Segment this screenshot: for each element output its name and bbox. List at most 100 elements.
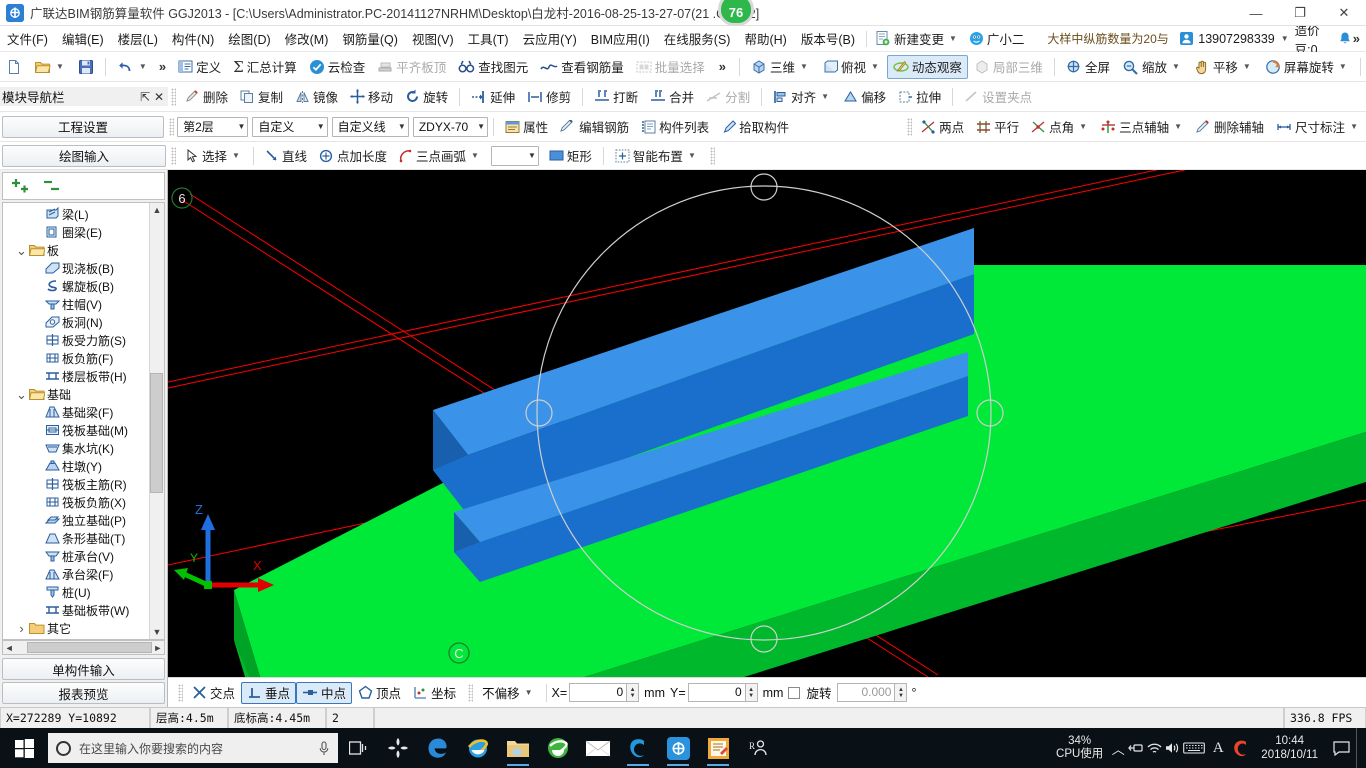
single-component-input-button[interactable]: 单构件输入: [2, 658, 165, 680]
undo-button[interactable]: ▼: [111, 55, 155, 79]
offset-grip[interactable]: [468, 683, 474, 702]
define-button[interactable]: 定义: [172, 55, 227, 79]
snap-perpendicular-button[interactable]: 垂点: [241, 681, 297, 704]
chevron-down-icon[interactable]: ⌄: [15, 388, 28, 401]
trim-button[interactable]: 修剪: [521, 85, 577, 109]
scroll-up-icon[interactable]: ▲: [153, 203, 162, 217]
taskbar-app-file-explorer[interactable]: [498, 728, 538, 768]
menu-version[interactable]: 版本号(B): [794, 26, 862, 51]
menu-online-service[interactable]: 在线服务(S): [657, 26, 738, 51]
tree-item[interactable]: 桩承台(V): [3, 547, 149, 565]
select-tool-chevron-down-icon[interactable]: ▼: [232, 151, 240, 160]
parallel-axis-button[interactable]: 平行: [970, 115, 1025, 139]
account-chevron-down-icon[interactable]: ▼: [1281, 34, 1289, 43]
tree-item[interactable]: 板受力筋(S): [3, 331, 149, 349]
top-view-chevron-down-icon[interactable]: ▼: [871, 62, 879, 71]
partial-3d-button[interactable]: 局部三维: [968, 55, 1049, 79]
draw-extra-select[interactable]: ▼: [490, 145, 539, 166]
snap-coordinate-button[interactable]: 坐标: [407, 682, 462, 704]
tree-item[interactable]: › 其它: [3, 619, 149, 637]
component-list-button[interactable]: 构件列表: [635, 115, 715, 139]
tree-item[interactable]: 基础板带(W): [3, 601, 149, 619]
y-offset-spin-arrows[interactable]: ▲ ▼: [745, 683, 758, 702]
menu-rebar-quantity[interactable]: 钢筋量(Q): [335, 26, 405, 51]
category-select[interactable]: 自定义 ▼: [252, 116, 328, 137]
open-file-button[interactable]: ▼: [28, 55, 72, 79]
undo-chevron-down-icon[interactable]: ▼: [139, 62, 147, 71]
tree-item[interactable]: 基础梁(F): [3, 403, 149, 421]
edit-rebar-button[interactable]: 编辑钢筋: [554, 115, 635, 139]
zoom-chevron-down-icon[interactable]: ▼: [1172, 62, 1180, 71]
tree-item[interactable]: 条形基础(T): [3, 529, 149, 547]
pan-button[interactable]: 平移 ▼: [1188, 55, 1259, 79]
tree-item[interactable]: 柱墩(Y): [3, 457, 149, 475]
taskbar-search-box[interactable]: 在这里输入你要搜索的内容: [48, 733, 338, 763]
taskbar-app-mail[interactable]: [578, 728, 618, 768]
summary-calc-button[interactable]: Σ 汇总计算: [227, 55, 303, 79]
menu-tools[interactable]: 工具(T): [461, 26, 516, 51]
type-select[interactable]: 自定义线 ▼: [331, 116, 409, 137]
collapse-all-icon[interactable]: [43, 178, 65, 194]
three-point-arc-chevron-down-icon[interactable]: ▼: [471, 151, 479, 160]
dynamic-observe-button[interactable]: 动态观察: [886, 54, 968, 79]
scroll-right-icon[interactable]: ►: [152, 643, 164, 653]
new-change-button[interactable]: 新建变更 ▼: [871, 29, 964, 48]
copy-button[interactable]: 复制: [234, 85, 289, 109]
draw-input-button[interactable]: 绘图输入: [2, 144, 166, 167]
three-point-axis-chevron-down-icon[interactable]: ▼: [1174, 122, 1182, 131]
merge-button[interactable]: 合并: [644, 85, 700, 109]
tree-item[interactable]: 梁(L): [3, 205, 149, 223]
smart-layout-chevron-down-icon[interactable]: ▼: [688, 151, 696, 160]
tree-item[interactable]: 圈梁(E): [3, 223, 149, 241]
tree-item[interactable]: 独立基础(P): [3, 511, 149, 529]
delete-button[interactable]: 删除: [179, 85, 234, 109]
cpu-usage-indicator[interactable]: 34% CPU使用: [1050, 735, 1109, 761]
select-tool-button[interactable]: 选择 ▼: [179, 144, 248, 168]
menu-floor[interactable]: 楼层(L): [111, 26, 165, 51]
snap-intersection-button[interactable]: 交点: [186, 682, 241, 704]
tree-item[interactable]: 螺旋板(B): [3, 277, 149, 295]
wifi-icon[interactable]: [1145, 728, 1163, 768]
show-desktop-button[interactable]: [1356, 728, 1366, 768]
microphone-icon[interactable]: [318, 740, 330, 756]
tree-item[interactable]: ⌄ 基础: [3, 385, 149, 403]
point-length-tool-button[interactable]: 点加长度: [313, 144, 393, 168]
two-point-axis-button[interactable]: 两点: [915, 115, 970, 139]
view-3d-chevron-down-icon[interactable]: ▼: [800, 62, 808, 71]
stretch-button[interactable]: 拉伸: [892, 85, 947, 109]
chevron-down-icon[interactable]: ⌄: [15, 244, 28, 257]
floor-select-chevron-down-icon[interactable]: ▼: [231, 122, 245, 131]
batch-select-button[interactable]: 批量选择: [630, 55, 711, 79]
taskbar-app-glodon[interactable]: [658, 728, 698, 768]
project-settings-button[interactable]: 工程设置: [2, 115, 165, 138]
start-button[interactable]: [0, 728, 48, 768]
component-tree[interactable]: 梁(L) 圈梁(E) ⌄ 板现浇板(B) 螺旋板(B) 柱帽(V) 板洞(N) 板受力筋(S)…: [2, 202, 165, 640]
type-select-chevron-down-icon[interactable]: ▼: [392, 122, 406, 131]
tree-item[interactable]: 集水坑(K): [3, 439, 149, 457]
user-nick-button[interactable]: 广小二: [964, 29, 1030, 48]
tree-item[interactable]: 现浇板(B): [3, 259, 149, 277]
rotate-input[interactable]: 0.000: [837, 683, 896, 702]
screen-rotate-chevron-down-icon[interactable]: ▼: [1339, 62, 1347, 71]
y-offset-input[interactable]: 0: [687, 683, 746, 702]
taskbar-clock[interactable]: 10:44 2018/10/11: [1253, 734, 1326, 762]
task-view-button[interactable]: [338, 728, 378, 768]
menu-help[interactable]: 帮助(H): [737, 26, 793, 51]
line-tool-button[interactable]: 直线: [259, 144, 313, 168]
component-select[interactable]: ZDYX-70 ▼: [412, 116, 489, 137]
tree-item[interactable]: 筏板基础(M): [3, 421, 149, 439]
scroll-left-icon[interactable]: ◄: [3, 643, 15, 653]
smart-layout-button[interactable]: 智能布置 ▼: [609, 144, 704, 168]
scroll-down-icon[interactable]: ▼: [153, 625, 162, 639]
menu-file[interactable]: 文件(F): [0, 26, 55, 51]
pan-chevron-down-icon[interactable]: ▼: [1243, 62, 1251, 71]
tree-hscroll-thumb[interactable]: [27, 642, 152, 653]
top-view-button[interactable]: 俯视 ▼: [816, 55, 887, 79]
pick-component-button[interactable]: 拾取构件: [715, 115, 795, 139]
menu-view[interactable]: 视图(V): [405, 26, 461, 51]
tree-item[interactable]: ⌄ 板: [3, 241, 149, 259]
menu-edit[interactable]: 编辑(E): [55, 26, 111, 51]
volume-icon[interactable]: [1163, 728, 1181, 768]
break-button[interactable]: 打断: [588, 85, 644, 109]
x-offset-spin-arrows[interactable]: ▲ ▼: [627, 683, 640, 702]
